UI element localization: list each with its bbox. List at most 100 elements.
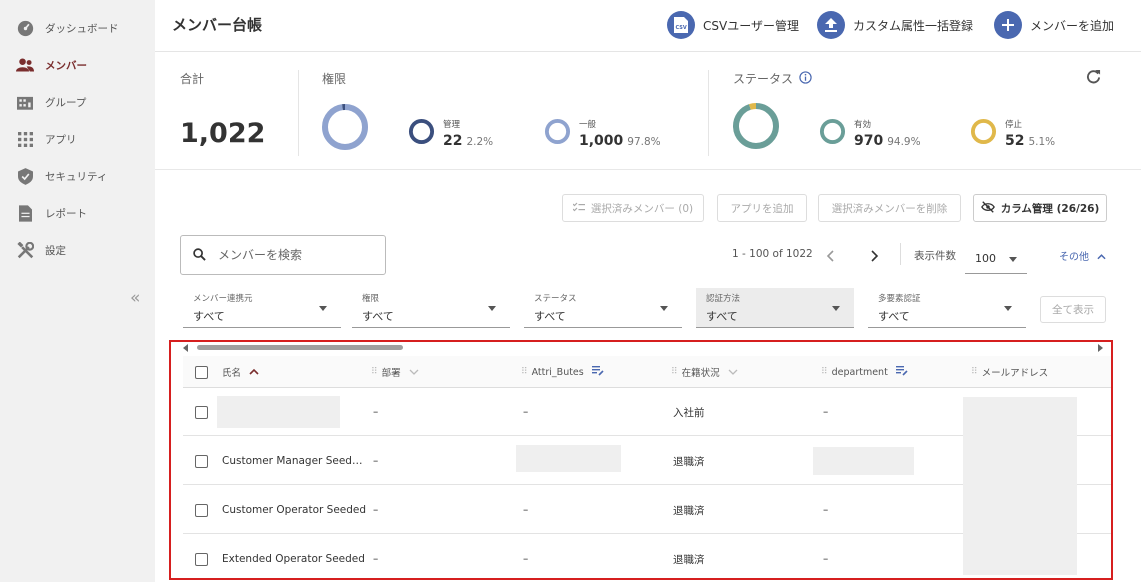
add-member-button[interactable]: メンバーを追加 <box>994 10 1114 40</box>
custom-attribute-bulk-button[interactable]: カスタム属性一括登録 <box>817 10 973 40</box>
horizontal-scrollbar[interactable] <box>171 342 1111 353</box>
column-header-name[interactable]: 氏名 <box>222 356 259 388</box>
cell-dept: – <box>373 553 379 565</box>
department-placeholder <box>813 447 914 475</box>
sidebar-item-dashboard[interactable]: ダッシュボード <box>16 16 119 40</box>
stats-panel: 合計 1,022 権限 管理 22 2.2% 一般 1,000 97.8% ステータ… <box>155 52 1141 170</box>
page-header: メンバー台帳 CSV CSVユーザー管理 カスタム属性一括登録 メンバーを追加 <box>155 0 1141 52</box>
svg-text:CSV: CSV <box>676 25 687 31</box>
chevron-down-icon[interactable] <box>728 367 738 378</box>
drag-handle-icon[interactable]: ⠿ <box>671 367 678 377</box>
filter-role[interactable]: 権限 すべて <box>352 288 510 328</box>
donut-segment-active <box>733 103 779 149</box>
sidebar-item-report[interactable]: レポート <box>16 201 87 225</box>
chevron-down-icon[interactable] <box>409 367 419 378</box>
scrollbar-thumb[interactable] <box>197 345 403 350</box>
column-header-employment-status[interactable]: ⠿ 在籍状況 <box>671 356 738 388</box>
csv-user-management-button[interactable]: CSV CSVユーザー管理 <box>667 10 799 40</box>
column-header-attri-butes[interactable]: ⠿ Attri_Butes <box>521 356 604 388</box>
row-checkbox-cell <box>195 437 208 485</box>
sidebar-item-security[interactable]: セキュリティ <box>16 164 107 188</box>
sidebar-item-group[interactable]: グループ <box>16 90 86 114</box>
show-all-button[interactable]: 全て表示 <box>1040 296 1106 323</box>
upload-icon <box>817 11 845 39</box>
delete-selected-members-label: 選択済みメンバーを削除 <box>831 202 948 215</box>
csv-user-management-label: CSVユーザー管理 <box>703 18 799 33</box>
select-all-checkbox[interactable] <box>195 365 208 379</box>
selected-members-label: 選択済みメンバー (0) <box>590 202 694 215</box>
row-checkbox-cell <box>195 388 208 436</box>
active-stat: 有効 970 94.9% <box>819 118 921 149</box>
per-page-select[interactable]: 100 <box>965 244 1027 274</box>
drag-handle-icon[interactable]: ⠿ <box>971 367 978 377</box>
divider <box>708 70 709 156</box>
stopped-pct: 5.1% <box>1028 136 1056 148</box>
sidebar-item-apps[interactable]: アプリ <box>16 127 77 151</box>
row-checkbox-cell <box>195 486 208 534</box>
apps-grid-icon <box>16 130 34 148</box>
drag-handle-icon[interactable]: ⠿ <box>821 367 828 377</box>
filter-auth-method[interactable]: 認証方法 すべて <box>696 288 854 328</box>
active-label: 有効 <box>854 120 872 130</box>
custom-attribute-bulk-label: カスタム属性一括登録 <box>853 18 974 33</box>
filter-label: 多要素認証 <box>878 294 921 304</box>
row-checkbox[interactable] <box>195 454 208 468</box>
member-search-box[interactable] <box>180 235 386 275</box>
active-pct: 94.9% <box>887 136 921 148</box>
sort-ascending-icon[interactable] <box>249 367 259 378</box>
shield-icon <box>16 167 34 185</box>
dropdown-arrow-icon <box>488 306 496 311</box>
filter-value: すべて <box>193 310 225 323</box>
general-stat: 一般 1,000 97.8% <box>544 118 661 149</box>
divider <box>298 70 299 156</box>
column-management-button[interactable]: カラム管理 (26/26) <box>973 194 1107 222</box>
stopped-stat: 停止 52 5.1% <box>970 118 1055 149</box>
row-checkbox[interactable] <box>195 552 208 566</box>
main-content: メンバー台帳 CSV CSVユーザー管理 カスタム属性一括登録 メンバーを追加 … <box>155 0 1141 582</box>
filter-label: ステータス <box>534 294 577 304</box>
filter-member-source[interactable]: メンバー連携元 すべて <box>183 288 341 328</box>
drag-handle-icon[interactable]: ⠿ <box>521 367 528 377</box>
sidebar-item-settings[interactable]: 設定 <box>16 238 66 262</box>
more-filters-label: その他 <box>1059 252 1089 263</box>
admin-stat: 管理 22 2.2% <box>408 118 493 149</box>
column-dept-label: 部署 <box>381 368 401 379</box>
sidebar-item-members[interactable]: メンバー <box>16 53 87 77</box>
chevron-left-icon[interactable] <box>826 247 836 266</box>
column-header-department[interactable]: ⠿ department <box>821 356 908 388</box>
total-label: 合計 <box>180 72 205 86</box>
member-table: 氏名 ⠿ 部署 ⠿ Attri_Butes ⠿ 在籍状況 ⠿ departmen… <box>169 340 1113 580</box>
delete-selected-members-button[interactable]: 選択済みメンバーを削除 <box>818 194 961 222</box>
drag-handle-icon[interactable]: ⠿ <box>371 367 378 377</box>
filter-mfa[interactable]: 多要素認証 すべて <box>868 288 1026 328</box>
filter-status[interactable]: ステータス すべて <box>524 288 682 328</box>
column-employment-status-label: 在籍状況 <box>681 368 720 379</box>
pagination-range: 1 - 100 of 1022 <box>732 248 813 260</box>
selected-members-button[interactable]: 選択済みメンバー (0) <box>562 194 704 222</box>
general-ring-icon <box>544 118 571 149</box>
info-icon[interactable] <box>799 70 812 87</box>
stopped-value: 52 <box>1005 133 1025 149</box>
admin-pct: 2.2% <box>466 136 494 148</box>
add-app-button[interactable]: アプリを追加 <box>717 194 807 222</box>
chevron-right-icon[interactable] <box>869 247 879 266</box>
collapse-sidebar-button[interactable]: « <box>130 288 140 308</box>
column-header-dept[interactable]: ⠿ 部署 <box>371 356 419 388</box>
scroll-right-arrow-icon[interactable] <box>1098 344 1103 352</box>
row-checkbox[interactable] <box>195 503 208 517</box>
sidebar-item-label: レポート <box>45 207 87 220</box>
custom-attribute-icon <box>591 365 604 379</box>
filter-label: 認証方法 <box>706 294 741 304</box>
search-input[interactable] <box>218 248 368 262</box>
refresh-icon[interactable] <box>1086 69 1101 88</box>
more-filters-toggle[interactable]: その他 <box>1059 248 1106 263</box>
filter-value: すべて <box>362 310 394 323</box>
column-header-email[interactable]: ⠿ メールアドレス <box>971 356 1048 388</box>
column-attri-butes-label: Attri_Butes <box>531 366 584 378</box>
dropdown-arrow-icon <box>660 306 668 311</box>
scroll-left-arrow-icon[interactable] <box>183 344 188 352</box>
stopped-ring-icon <box>970 118 997 149</box>
general-label: 一般 <box>579 120 597 130</box>
row-checkbox[interactable] <box>195 405 208 419</box>
admin-label: 管理 <box>443 120 461 130</box>
